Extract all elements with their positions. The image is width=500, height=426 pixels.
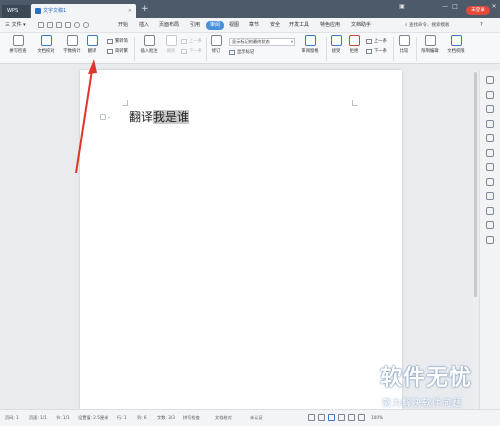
arrow-shaft <box>75 69 93 174</box>
arrow-head <box>88 59 97 74</box>
watermark-subtitle: 努力解决软件问题 <box>382 399 463 409</box>
watermark-title: 软件无忧 <box>380 366 473 391</box>
annotation-arrow <box>75 59 97 174</box>
